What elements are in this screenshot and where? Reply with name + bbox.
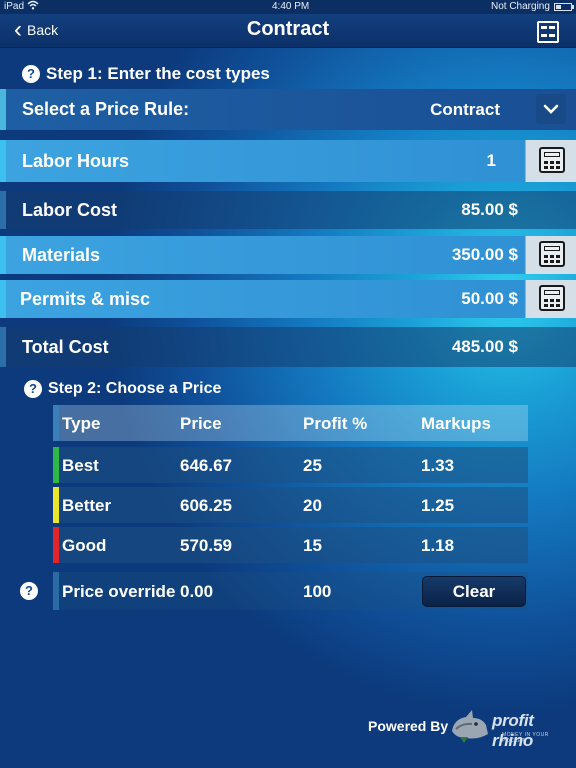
calculator-icon <box>539 241 565 267</box>
column-header-markups: Markups <box>421 414 491 433</box>
row-markup: 1.33 <box>421 456 455 475</box>
labor-hours-label: Labor Hours <box>22 150 130 171</box>
help-icon[interactable]: ? <box>24 380 42 398</box>
labor-cost-row: Labor Cost 85.00 $ <box>0 191 576 229</box>
navigation-bar: ‹ Back Contract <box>0 14 576 48</box>
page-title: Contract <box>246 18 330 40</box>
brand-name: profit rhino <box>492 711 534 750</box>
row-type: Better <box>62 496 112 515</box>
permits-row[interactable]: Permits & misc 50.00 $ <box>0 280 576 318</box>
row-price: 606.25 <box>180 496 232 515</box>
labor-hours-input[interactable]: 1 <box>420 151 496 171</box>
row-accent <box>0 236 6 274</box>
column-header-profit: Profit % <box>303 414 368 433</box>
chevron-down-icon <box>543 104 559 114</box>
clock: 4:40 PM <box>272 1 310 12</box>
labor-hours-calculator-button[interactable] <box>525 140 576 182</box>
total-cost-row: Total Cost 485.00 $ <box>0 327 576 367</box>
step1-title: Step 1: Enter the cost types <box>46 64 270 83</box>
row-color-bar <box>53 487 59 523</box>
row-price: 646.67 <box>180 456 232 475</box>
footer-branding: Powered By profit rhino MONEY IN YOUR PO… <box>368 705 570 750</box>
rhino-logo-icon <box>452 710 488 743</box>
materials-label: Materials <box>22 244 101 265</box>
calculator-icon <box>539 147 565 173</box>
table-row-good[interactable]: Good 570.59 15 1.18 <box>53 527 528 563</box>
help-icon[interactable]: ? <box>22 65 40 83</box>
materials-input[interactable]: 350.00 $ <box>396 245 518 265</box>
calculator-icon <box>539 285 565 311</box>
total-cost-value: 485.00 $ <box>451 337 518 356</box>
permits-calculator-button[interactable] <box>525 280 576 318</box>
status-bar: iPad 4:40 PM Not Charging <box>0 0 576 14</box>
step1-heading: ? Step 1: Enter the cost types <box>22 64 270 84</box>
row-color-bar <box>53 447 59 483</box>
row-profit: 15 <box>303 536 322 555</box>
price-override-label: Price override <box>62 582 176 601</box>
wifi-icon <box>27 0 39 13</box>
row-accent <box>0 327 6 367</box>
row-accent <box>0 89 6 130</box>
profit-override-input[interactable]: 100 <box>303 582 331 602</box>
step2-heading: ? Step 2: Choose a Price <box>24 380 221 398</box>
step2-title: Step 2: Choose a Price <box>48 380 222 397</box>
labor-hours-row[interactable]: Labor Hours 1 <box>0 140 576 182</box>
row-profit: 20 <box>303 496 322 515</box>
battery-status: Not Charging <box>491 1 550 12</box>
price-rule-value: Contract <box>430 99 500 119</box>
override-accent <box>53 572 59 610</box>
price-rule-label: Select a Price Rule: <box>22 99 190 119</box>
carrier-label: iPad <box>4 1 25 12</box>
price-rule-row[interactable]: Select a Price Rule: Contract <box>0 89 576 130</box>
header-accent <box>53 405 59 441</box>
price-rule-dropdown-button[interactable] <box>536 94 566 124</box>
row-markup: 1.18 <box>421 536 455 555</box>
row-accent <box>0 140 6 182</box>
price-override-input[interactable]: 0.00 <box>180 582 213 602</box>
table-row-best[interactable]: Best 646.67 25 1.33 <box>53 447 528 483</box>
row-markup: 1.25 <box>421 496 455 515</box>
price-override-row: Price override 0.00 100 Clear <box>53 572 528 610</box>
total-cost-label: Total Cost <box>22 336 109 357</box>
table-row-better[interactable]: Better 606.25 20 1.25 <box>53 487 528 523</box>
brand-tagline: MONEY IN YOUR POCKET <box>502 732 549 744</box>
calculator-icon[interactable] <box>537 21 559 43</box>
row-profit: 25 <box>303 456 322 475</box>
permits-label: Permits & misc <box>20 288 151 309</box>
price-table-header: Type Price Profit % Markups <box>53 405 528 441</box>
labor-cost-label: Labor Cost <box>22 199 118 220</box>
row-accent <box>0 280 6 318</box>
row-type: Good <box>62 536 107 555</box>
clear-button[interactable]: Clear <box>422 576 526 607</box>
row-accent <box>0 191 6 229</box>
row-price: 570.59 <box>180 536 232 555</box>
battery-icon <box>554 3 572 11</box>
column-header-type: Type <box>62 414 101 433</box>
battery-tip <box>572 5 574 9</box>
labor-cost-value: 85.00 $ <box>461 200 518 219</box>
row-type: Best <box>62 456 99 475</box>
materials-calculator-button[interactable] <box>525 236 576 274</box>
permits-input[interactable]: 50.00 $ <box>396 289 518 309</box>
row-color-bar <box>53 527 59 563</box>
powered-by-label: Powered By <box>368 718 449 734</box>
help-icon[interactable]: ? <box>20 582 38 600</box>
column-header-price: Price <box>180 414 222 433</box>
materials-row[interactable]: Materials 350.00 $ <box>0 236 576 274</box>
